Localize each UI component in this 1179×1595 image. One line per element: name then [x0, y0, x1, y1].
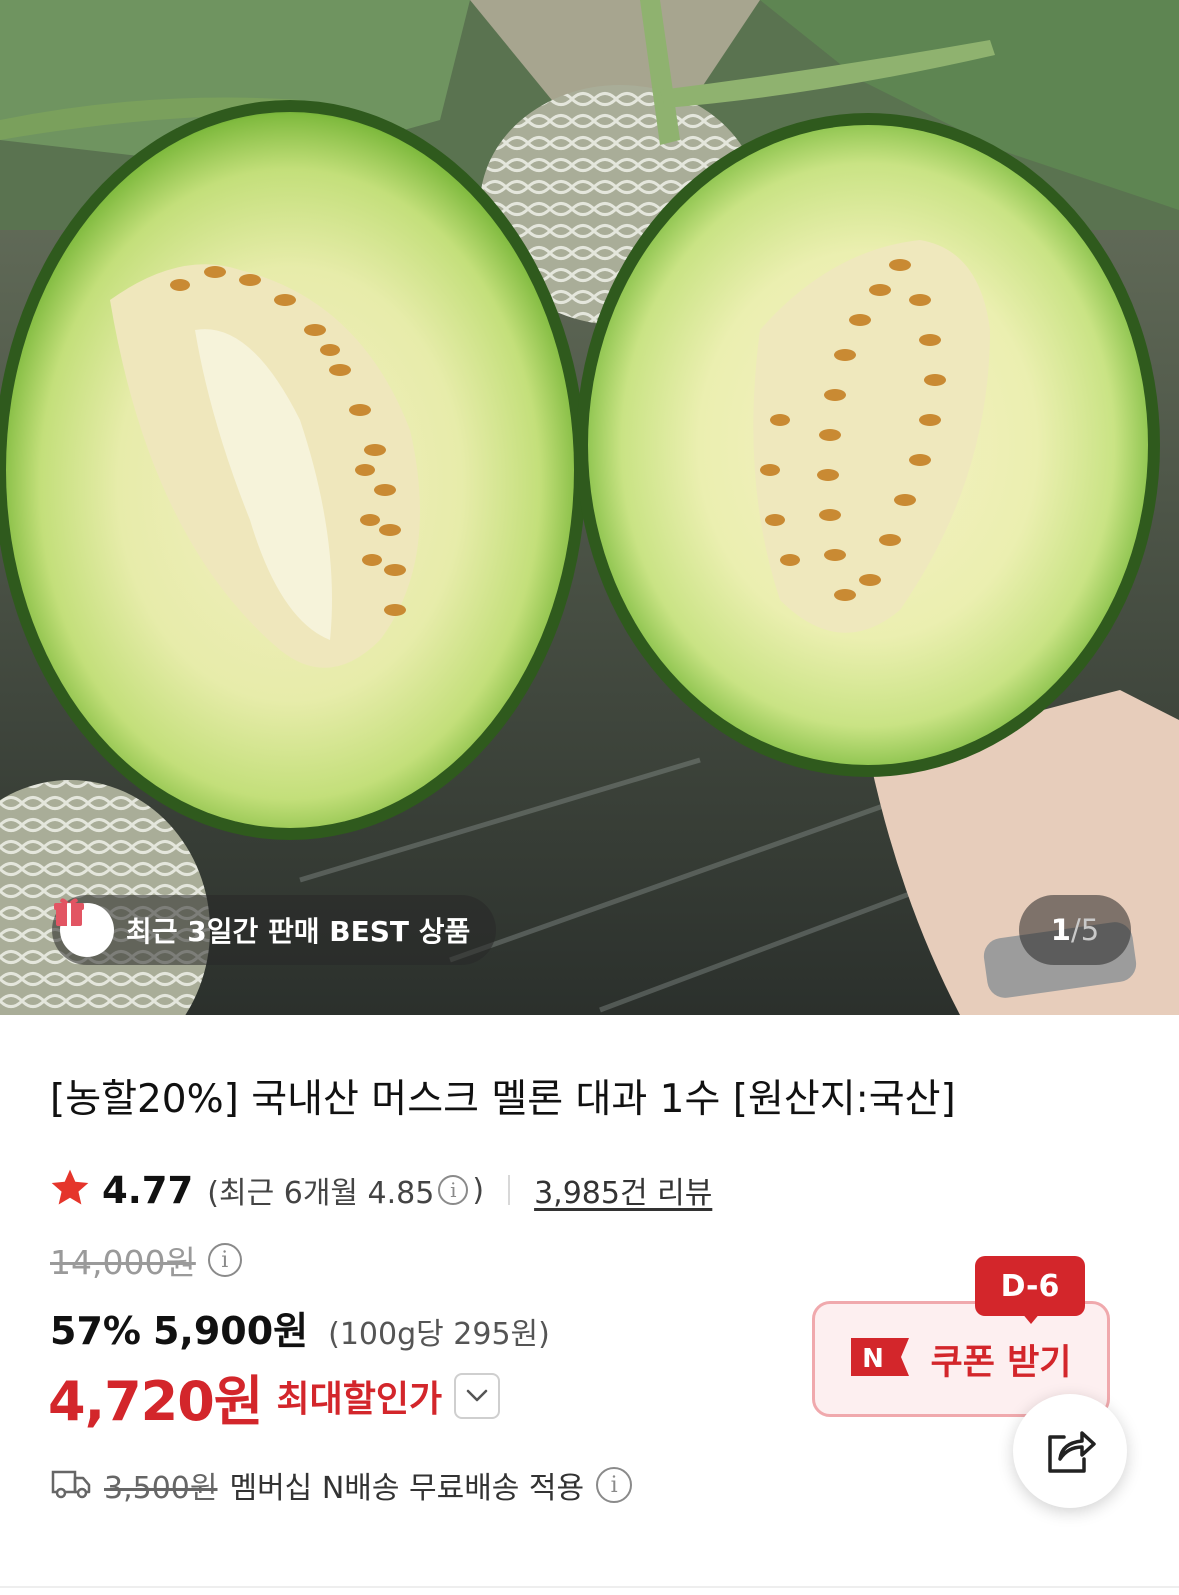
- melon-photo: [0, 0, 1179, 1015]
- shipping-benefit-text: 멤버십 N배송 무료배송 적용: [229, 1471, 585, 1506]
- coupon-label: 쿠폰 받기: [930, 1342, 1072, 1383]
- product-title: [농할20%] 국내산 머스크 멜론 대과 1수 [원산지:국산]: [50, 1077, 956, 1122]
- chevron-down-icon: [466, 1389, 488, 1402]
- badge-tail: [1021, 1312, 1041, 1324]
- product-image-carousel[interactable]: 최근 3일간 판매 BEST 상품 1 / 5: [0, 0, 1179, 1015]
- rating-divider: [508, 1175, 511, 1205]
- rating-row: 4.77 (최근 6개월 4.85 i ) 3,985건 리뷰: [48, 1166, 712, 1214]
- coupon-dday-badge: D-6: [975, 1256, 1085, 1316]
- rating-value: 4.77: [102, 1168, 194, 1212]
- sale-price: 5,900원: [152, 1309, 309, 1353]
- naver-n-icon: N: [850, 1338, 909, 1380]
- svg-text:N: N: [862, 1344, 884, 1374]
- max-discount-row: 4,720원 최대할인가: [48, 1360, 501, 1433]
- image-page-indicator: 1 / 5: [1019, 895, 1131, 965]
- share-icon: [1048, 1431, 1096, 1473]
- sale-price-row: 57% 5,900원 (100g당 295원): [50, 1300, 550, 1353]
- price-info-icon[interactable]: i: [207, 1243, 242, 1277]
- original-shipping-fee: 3,500원: [104, 1471, 218, 1506]
- total-pages: 5: [1080, 913, 1100, 947]
- recent-rating-text: (최근 6개월 4.85: [207, 1176, 435, 1211]
- gift-box-icon: [54, 898, 114, 957]
- max-discount-label: 최대할인가: [276, 1379, 443, 1420]
- original-price: 14,000원: [50, 1243, 196, 1282]
- shipping-info-icon[interactable]: i: [596, 1467, 633, 1503]
- discount-rate: 57%: [50, 1309, 141, 1353]
- discount-detail-toggle[interactable]: [454, 1373, 501, 1419]
- best-badge-text: 최근 3일간 판매 BEST 상품: [126, 915, 471, 948]
- max-discount-price: 4,720원: [48, 1369, 263, 1433]
- bottom-divider: [0, 1586, 1179, 1588]
- recent-rating-close: ): [472, 1172, 485, 1208]
- current-page: 1: [1050, 913, 1071, 947]
- star-icon: [48, 1166, 92, 1214]
- shipping-row: 3,500원 멤버십 N배송 무료배송 적용 i: [50, 1462, 636, 1508]
- product-page: 최근 3일간 판매 BEST 상품 1 / 5 [농할20%] 국내산 머스크 …: [0, 0, 1179, 1595]
- original-price-row: 14,000원 i: [50, 1237, 246, 1283]
- recent-rating: (최근 6개월 4.85 i ): [207, 1168, 484, 1212]
- best-seller-badge: 최근 3일간 판매 BEST 상품: [52, 895, 497, 965]
- share-button[interactable]: [1013, 1394, 1127, 1508]
- unit-price: (100g당 295원): [328, 1317, 550, 1352]
- info-icon[interactable]: i: [438, 1175, 469, 1205]
- page-separator: /: [1070, 913, 1081, 947]
- review-count-link[interactable]: 3,985건 리뷰: [534, 1168, 712, 1212]
- truck-icon: [50, 1466, 92, 1504]
